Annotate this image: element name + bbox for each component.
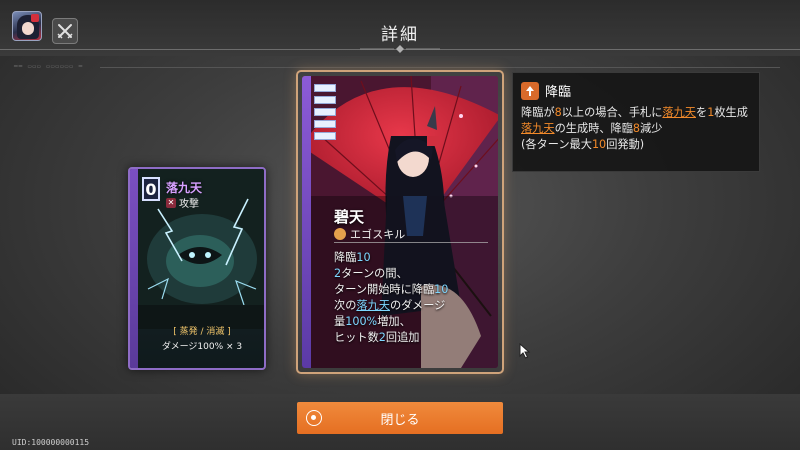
card-description: ダメージ100% × 3 xyxy=(161,342,243,352)
card-name: 落九天 xyxy=(166,181,203,195)
close-button[interactable]: 閉じる xyxy=(297,402,503,434)
close-circle-icon xyxy=(306,410,322,426)
card-type-row: エゴスキル xyxy=(334,226,405,242)
card-rakukyuten[interactable]: 0 落九天 ✕ 攻撃 [ 蒸発 / 消滅 ] ダメージ100% × 3 xyxy=(128,167,266,370)
card-divider xyxy=(334,242,488,243)
deco-line xyxy=(100,67,780,68)
title-ornament xyxy=(360,45,440,53)
card-type-stripe xyxy=(302,76,311,368)
user-id: UID:100000000115 xyxy=(12,438,90,447)
card-type-row: ✕ 攻撃 xyxy=(166,195,199,210)
card-name: 碧天 xyxy=(334,208,365,226)
keyword-link[interactable]: 落九天 xyxy=(356,299,390,312)
keyword-tooltip: 降臨 降臨が8以上の場合、手札に落九天を1枚生成 落九天の生成時、降臨8減少 (… xyxy=(512,72,760,172)
tooltip-title: 降臨 xyxy=(545,85,572,100)
card-cost-bars xyxy=(314,84,340,144)
card-type-label: エゴスキル xyxy=(350,228,406,241)
attack-icon: ✕ xyxy=(166,197,176,208)
card-tags: [ 蒸発 / 消滅 ] xyxy=(173,327,231,337)
card-type-stripe xyxy=(130,169,138,368)
descent-icon xyxy=(521,81,539,100)
card-hekiten[interactable]: 碧天 エゴスキル 降臨10 2ターンの間、 ターン開始時に降臨10 次の落九天の… xyxy=(302,76,498,368)
header-deco-text: ━━ ▭▭▭ ▭▭▭▭▭▭ ━ xyxy=(14,63,84,70)
card-cost: 0 xyxy=(142,177,160,201)
card-type-label: 攻撃 xyxy=(179,199,199,210)
card-description: 降臨10 2ターンの間、 ターン開始時に降臨10 次の落九天のダメージ 量100… xyxy=(334,251,449,344)
close-button-label: 閉じる xyxy=(380,412,420,428)
tooltip-body: 降臨が8以上の場合、手札に落九天を1枚生成 落九天の生成時、降臨8減少 (各ター… xyxy=(521,106,748,151)
tooltip-header: 降臨 xyxy=(521,81,571,100)
mouse-cursor-icon xyxy=(519,343,531,359)
page-title: 詳細 xyxy=(381,25,419,45)
ego-brain-icon xyxy=(334,228,346,240)
